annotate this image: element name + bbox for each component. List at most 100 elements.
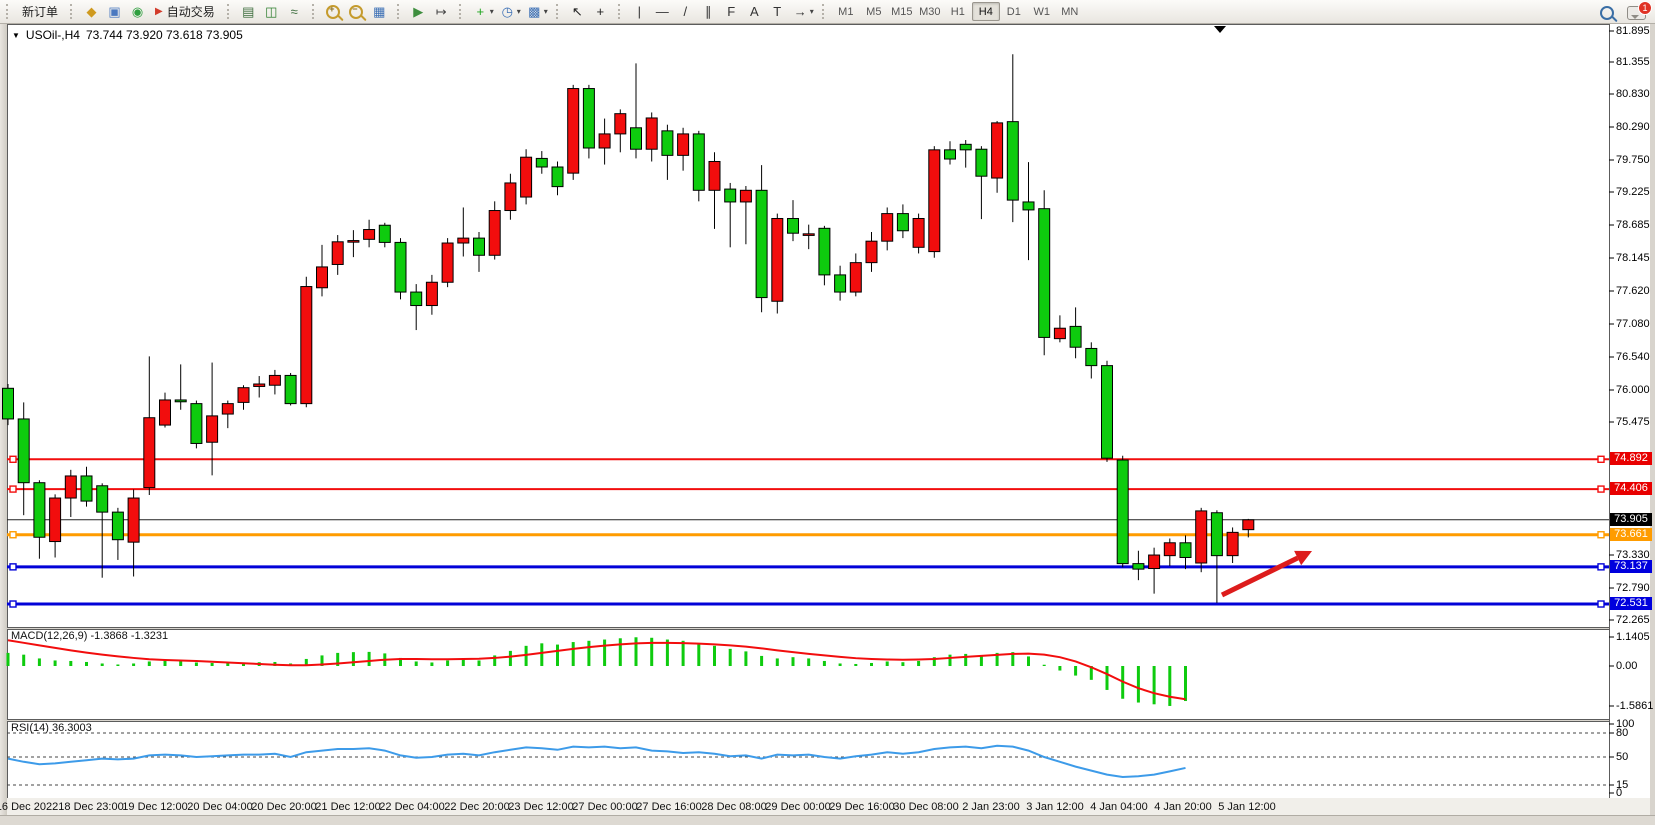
time-axis-label: 29 Dec 00:00	[765, 801, 830, 813]
time-axis-label: 3 Jan 12:00	[1026, 801, 1084, 813]
time-axis-label: 16 Dec 2022	[0, 801, 58, 813]
window-left-edge	[0, 23, 7, 824]
time-axis-label: 5 Jan 12:00	[1218, 801, 1276, 813]
time-axis-label: 19 Dec 12:00	[122, 801, 187, 813]
price-axis-label: 81.355	[1616, 56, 1650, 68]
crosshair-icon[interactable]: +	[590, 1, 611, 22]
timeframe-m1[interactable]: M1	[832, 2, 860, 21]
time-axis-label: 4 Jan 04:00	[1090, 801, 1148, 813]
channel-icon[interactable]: ∥	[698, 1, 719, 22]
search-icon[interactable]	[1599, 4, 1617, 20]
terminal-icon[interactable]: ▣	[104, 1, 125, 22]
time-axis-label: 30 Dec 08:00	[893, 801, 958, 813]
symbol-period-label: USOil-,H4	[26, 28, 80, 42]
toolbar-group-grip	[822, 4, 827, 19]
cursor-icon[interactable]: ↖	[567, 1, 588, 22]
time-axis-label: 20 Dec 04:00	[187, 801, 252, 813]
timeframe-m30[interactable]: M30	[916, 2, 944, 21]
time-axis-label: 29 Dec 16:00	[829, 801, 894, 813]
timeframe-d1[interactable]: D1	[1000, 2, 1028, 21]
price-chart-panel[interactable]	[7, 24, 1611, 628]
timeframe-m5[interactable]: M5	[860, 2, 888, 21]
dropdown-caret-icon[interactable]: ▾	[810, 7, 814, 16]
price-tag: 73.137	[1610, 560, 1652, 573]
chart-shift-icon[interactable]: ↦	[431, 1, 452, 22]
time-axis-label: 18 Dec 23:00	[58, 801, 123, 813]
price-tag: 72.531	[1610, 597, 1652, 610]
new-order-button[interactable]: 新订单	[16, 1, 64, 22]
gold-coins-icon[interactable]: ◆	[81, 1, 102, 22]
horizontal-line-icon[interactable]: —	[652, 1, 673, 22]
rsi-label: RSI(14) 36.3003	[11, 722, 92, 734]
toolbar-group-grip	[70, 4, 75, 19]
macd-axis-label: -1.5861	[1616, 700, 1653, 712]
auto-trading-button[interactable]: ▶ 自动交易	[149, 1, 221, 22]
rsi-axis-label: 80	[1616, 727, 1628, 739]
time-axis-label: 27 Dec 00:00	[572, 801, 637, 813]
zoom-in-icon[interactable]: +	[323, 1, 344, 22]
time-axis-label: 28 Dec 08:00	[701, 801, 766, 813]
dropdown-caret-icon[interactable]: ▾	[544, 7, 548, 16]
chat-icon[interactable]: 1	[1627, 4, 1647, 20]
price-tag: 74.892	[1610, 452, 1652, 465]
price-axis-label: 72.790	[1616, 582, 1650, 594]
toolbar: 新订单◆▣◉▶自动交易▤◫≈+−▦▶↦+▾◷▾▩▾↖+|—/∥FAT→▾M1M5…	[0, 0, 1655, 24]
candlestick-chart-icon[interactable]: ◫	[261, 1, 282, 22]
zoom-out-icon[interactable]: −	[346, 1, 367, 22]
tile-windows-icon[interactable]: ▦	[369, 1, 390, 22]
auto-scroll-icon[interactable]: ▶	[408, 1, 429, 22]
text-icon[interactable]: A	[744, 1, 765, 22]
price-axis-label: 81.895	[1616, 25, 1650, 37]
time-axis-label: 21 Dec 12:00	[315, 801, 380, 813]
timeframe-mn[interactable]: MN	[1056, 2, 1084, 21]
dropdown-caret-icon[interactable]: ▾	[517, 7, 521, 16]
toolbar-group-grip	[6, 4, 11, 19]
time-axis-label: 4 Jan 20:00	[1154, 801, 1212, 813]
template-icon[interactable]: ▩	[524, 1, 545, 22]
toolbar-group-grip	[459, 4, 464, 19]
fibonacci-icon[interactable]: F	[721, 1, 742, 22]
time-axis-label: 2 Jan 23:00	[962, 801, 1020, 813]
price-axis-label: 80.290	[1616, 121, 1650, 133]
rsi-value: 36.3003	[52, 722, 92, 734]
add-indicator-icon[interactable]: +	[470, 1, 491, 22]
mt4-window: 新订单◆▣◉▶自动交易▤◫≈+−▦▶↦+▾◷▾▩▾↖+|—/∥FAT→▾M1M5…	[0, 0, 1655, 824]
chevron-down-icon[interactable]: ▼	[12, 31, 20, 40]
toolbar-group-grip	[397, 4, 402, 19]
timeframe-h1[interactable]: H1	[944, 2, 972, 21]
price-axis-label: 78.145	[1616, 252, 1650, 264]
macd-axis-label: 1.1405	[1616, 631, 1650, 643]
timeframe-m15[interactable]: M15	[888, 2, 916, 21]
vertical-line-icon[interactable]: |	[629, 1, 650, 22]
price-tag: 74.406	[1610, 482, 1652, 495]
timeframe-h4[interactable]: H4	[972, 2, 1000, 21]
auto-trading-button-label: 自动交易	[167, 3, 215, 20]
macd-axis-label: 0.00	[1616, 660, 1637, 672]
price-tag: 73.661	[1610, 528, 1652, 541]
signal-icon[interactable]: ◉	[127, 1, 148, 22]
timeframe-w1[interactable]: W1	[1028, 2, 1056, 21]
new-order-button-label: 新订单	[22, 3, 58, 20]
price-axis-label: 76.000	[1616, 384, 1650, 396]
line-chart-icon[interactable]: ≈	[284, 1, 305, 22]
rsi-axis-label: 50	[1616, 751, 1628, 763]
auto-trading-button-icon: ▶	[155, 6, 163, 17]
time-axis-label: 20 Dec 20:00	[251, 801, 316, 813]
toolbar-group-grip	[312, 4, 317, 19]
trendline-icon[interactable]: /	[675, 1, 696, 22]
price-axis-label: 79.750	[1616, 154, 1650, 166]
time-axis-label: 22 Dec 04:00	[379, 801, 444, 813]
macd-panel[interactable]	[7, 629, 1611, 720]
rsi-axis-label: 0	[1616, 787, 1622, 799]
toolbar-group-grip	[556, 4, 561, 19]
price-axis-label: 79.225	[1616, 186, 1650, 198]
chart-title: ▼ USOil-,H4 73.744 73.920 73.618 73.905	[12, 28, 243, 42]
period-icon[interactable]: ◷	[497, 1, 518, 22]
ohlc-values: 73.744 73.920 73.618 73.905	[86, 28, 243, 42]
rsi-panel[interactable]	[7, 721, 1611, 800]
bar-chart-icon[interactable]: ▤	[238, 1, 259, 22]
dropdown-caret-icon[interactable]: ▾	[490, 7, 494, 16]
shapes-icon[interactable]: →	[790, 1, 811, 22]
label-icon[interactable]: T	[767, 1, 788, 22]
price-axis-label: 77.620	[1616, 285, 1650, 297]
